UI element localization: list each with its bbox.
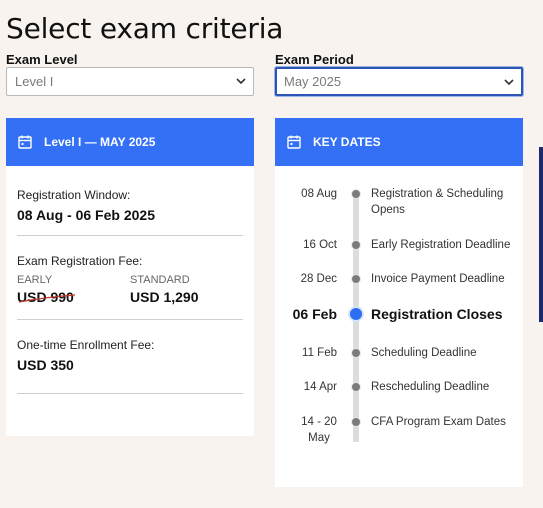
timeline-dot: [351, 240, 361, 250]
registration-window-value: 08 Aug - 06 Feb 2025: [17, 207, 155, 223]
calendar-icon: [287, 135, 301, 149]
key-dates-card: KEY DATES 08 Aug Registration & Scheduli…: [275, 118, 523, 487]
event-text: Early Registration Deadline: [371, 239, 511, 251]
summary-card-header: Level I — MAY 2025: [6, 118, 254, 166]
strikethrough-mark: [18, 294, 76, 303]
exam-period-value: May 2025: [284, 74, 342, 89]
event-date: 16 Oct: [303, 239, 337, 251]
event-text: Invoice Payment Deadline: [371, 273, 505, 285]
timeline-dot: [351, 348, 361, 358]
event-date: 28 Dec: [300, 273, 337, 285]
standard-fee-tag: STANDARD: [130, 274, 190, 286]
event-date: 08 Aug: [301, 188, 337, 200]
event-date: 14 Apr: [303, 381, 337, 393]
exam-level-value: Level I: [15, 74, 54, 89]
enrollment-fee-value: USD 350: [17, 357, 74, 373]
exam-fee-section: Exam Registration Fee: EARLY USD 990 STA…: [17, 236, 243, 320]
page-title: Select exam criteria: [6, 12, 284, 45]
early-fee-value: USD 990: [17, 289, 76, 305]
exam-level-label: Exam Level: [6, 52, 78, 67]
event-date: 06 Feb: [292, 306, 337, 322]
event-text: Scheduling Deadline: [371, 347, 477, 359]
exam-period-select[interactable]: May 2025: [275, 67, 523, 96]
event-text: CFA Program Exam Dates: [371, 416, 506, 428]
registration-window-label: Registration Window:: [17, 188, 131, 202]
calendar-icon: [18, 135, 32, 149]
exam-fee-label: Exam Registration Fee:: [17, 254, 143, 268]
event-date: 14 - 20 May: [301, 416, 337, 444]
timeline-dot-current: [348, 306, 364, 322]
event-text: Rescheduling Deadline: [371, 381, 490, 393]
timeline-dot: [351, 417, 361, 427]
exam-summary-card: Level I — MAY 2025 Registration Window: …: [6, 118, 254, 436]
timeline-dot: [351, 382, 361, 392]
chevron-down-icon: [504, 79, 514, 86]
chevron-down-icon: [236, 78, 246, 85]
event-text: Registration & Scheduling Opens: [371, 188, 504, 216]
timeline-dot: [351, 274, 361, 284]
registration-window-section: Registration Window: 08 Aug - 06 Feb 202…: [17, 166, 243, 236]
event-text: Registration Closes: [371, 306, 503, 322]
timeline-dot: [351, 189, 361, 199]
summary-card-title: Level I — MAY 2025: [44, 135, 156, 149]
key-dates-header: KEY DATES: [275, 118, 523, 166]
side-edge-bar: [539, 147, 543, 322]
exam-level-select[interactable]: Level I: [6, 67, 254, 96]
enrollment-fee-section: One-time Enrollment Fee: USD 350: [17, 320, 243, 394]
key-dates-timeline: 08 Aug Registration & Scheduling Opens 1…: [275, 166, 523, 444]
early-fee-tag: EARLY: [17, 274, 53, 286]
key-dates-title: KEY DATES: [313, 135, 381, 149]
exam-period-label: Exam Period: [275, 52, 354, 67]
event-date: 11 Feb: [302, 347, 337, 359]
enrollment-fee-label: One-time Enrollment Fee:: [17, 338, 155, 352]
standard-fee-value: USD 1,290: [130, 289, 199, 305]
